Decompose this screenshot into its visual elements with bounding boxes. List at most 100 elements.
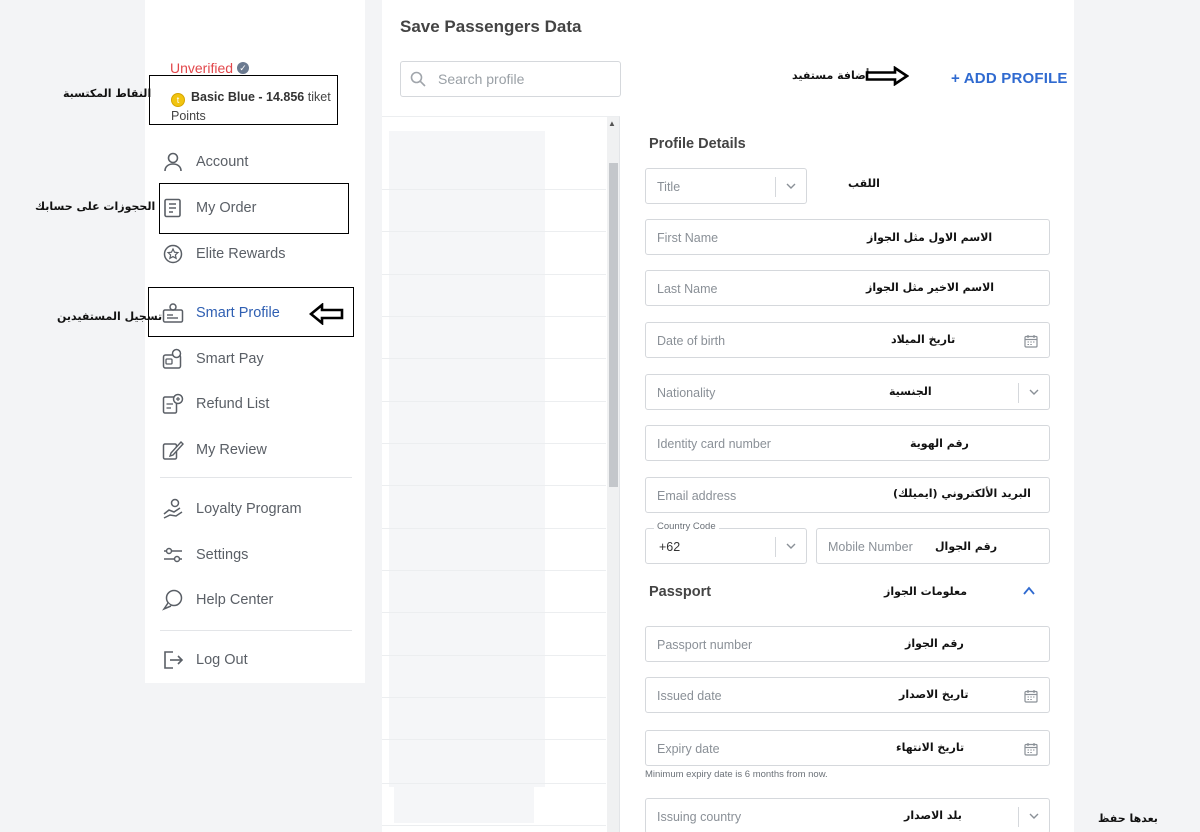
sidebar-item-label: Loyalty Program — [196, 501, 302, 517]
chevron-down-icon — [1029, 813, 1039, 819]
sidebar-item-help-center[interactable]: Help Center — [162, 585, 347, 615]
id-number-placeholder: Identity card number — [657, 437, 771, 451]
chevron-up-icon[interactable] — [1022, 584, 1036, 598]
chevron-down-icon — [1029, 389, 1039, 395]
mobile-number-field[interactable]: Mobile Number رقم الجوال — [816, 528, 1050, 564]
chevron-down-icon — [786, 183, 796, 189]
annotation-passport-number: رقم الجواز — [905, 637, 964, 650]
annotation-first-name: الاسم الاول مثل الجواز — [867, 231, 993, 244]
profile-list-placeholder — [389, 131, 545, 787]
list-divider — [382, 739, 606, 740]
search-input[interactable] — [438, 71, 598, 87]
sidebar-item-loyalty-program[interactable]: Loyalty Program — [162, 494, 347, 524]
list-divider — [382, 443, 606, 444]
title-select[interactable]: Title — [645, 168, 807, 204]
sidebar-item-label: Log Out — [196, 652, 248, 668]
profile-list-placeholder — [394, 785, 534, 823]
passport-number-placeholder: Passport number — [657, 638, 753, 652]
add-profile-button[interactable]: + ADD PROFILE — [951, 70, 1068, 87]
list-divider — [382, 189, 606, 190]
settings-icon — [162, 544, 184, 566]
annotation-save-after: بعدها حفظ — [1098, 812, 1158, 825]
select-divider — [775, 177, 776, 197]
last-name-field[interactable]: Last Name الاسم الاخير مثل الجواز — [645, 270, 1050, 306]
sidebar-item-smart-pay[interactable]: Smart Pay — [162, 344, 347, 374]
points-label: Points — [171, 109, 206, 123]
calendar-icon[interactable] — [1024, 334, 1038, 348]
sidebar-item-label: Refund List — [196, 396, 270, 412]
select-divider — [775, 537, 776, 557]
country-code-select[interactable]: Country Code +62 — [645, 521, 807, 564]
scrollbar-thumb[interactable] — [609, 163, 618, 487]
sidebar-item-refund-list[interactable]: Refund List — [162, 389, 347, 419]
sidebar-item-my-review[interactable]: My Review — [162, 435, 347, 465]
list-divider — [382, 697, 606, 698]
status-text: Unverified — [170, 60, 234, 76]
annotation-add-beneficiary: أضافة مستفيد — [792, 69, 870, 82]
sidebar-item-label: Account — [196, 154, 249, 170]
select-divider — [1018, 807, 1019, 827]
sidebar-item-label: Help Center — [196, 592, 274, 608]
sidebar-item-label: Smart Pay — [196, 351, 264, 367]
list-divider — [382, 528, 606, 529]
sidebar-item-label: Elite Rewards — [196, 246, 286, 262]
annotation-register: تسجيل المستفيدين — [57, 310, 163, 323]
country-code-value: +62 — [659, 540, 681, 554]
annotation-passport-info: معلومات الجواز — [884, 585, 968, 598]
list-divider — [382, 655, 606, 656]
select-divider — [1018, 383, 1019, 403]
passport-number-field[interactable]: Passport number رقم الجواز — [645, 626, 1050, 662]
sidebar-divider — [160, 477, 352, 478]
title-placeholder: Title — [657, 180, 681, 194]
sidebar-item-settings[interactable]: Settings — [162, 540, 347, 570]
passport-section-title: Passport — [649, 584, 712, 600]
help-icon — [162, 589, 184, 611]
list-divider — [382, 612, 606, 613]
points-box[interactable]: t Basic Blue - 14.856 tiket Points — [149, 75, 338, 125]
identity-card-field[interactable]: Identity card number رقم الهوية — [645, 425, 1050, 461]
annotation-issuing-country: بلد الاصدار — [904, 809, 962, 822]
list-divider — [382, 358, 606, 359]
issued-date-field[interactable]: Issued date تاريخ الاصدار — [645, 677, 1050, 713]
list-divider — [382, 316, 606, 317]
rewards-icon — [162, 243, 184, 265]
expiry-date-placeholder: Expiry date — [657, 742, 720, 756]
last-name-placeholder: Last Name — [657, 282, 718, 296]
list-divider — [382, 825, 606, 826]
calendar-icon[interactable] — [1024, 689, 1038, 703]
annotation-dob: تاريخ الميلاد — [891, 333, 956, 346]
points-tier: Basic Blue - 14.856 — [191, 90, 305, 104]
email-field[interactable]: Email address البريد الألكتروني (ايميلك) — [645, 477, 1050, 513]
sidebar-item-account[interactable]: Account — [162, 147, 347, 177]
sidebar-item-my-order[interactable]: My Order — [162, 193, 347, 223]
sidebar-divider — [160, 630, 352, 631]
first-name-field[interactable]: First Name الاسم الاول مثل الجواز — [645, 219, 1050, 255]
sidebar-item-log-out[interactable]: Log Out — [162, 645, 347, 675]
annotation-mobile: رقم الجوال — [935, 540, 998, 553]
order-icon — [162, 197, 184, 219]
list-scrollbar[interactable]: ▲ — [607, 117, 619, 832]
verified-check-icon: ✓ — [237, 62, 250, 74]
chevron-down-icon — [786, 543, 796, 549]
loyalty-icon — [162, 498, 184, 520]
calendar-icon[interactable] — [1024, 742, 1038, 756]
profile-details-title: Profile Details — [649, 136, 746, 152]
profile-card-icon — [162, 302, 184, 324]
dob-placeholder: Date of birth — [657, 334, 726, 348]
scroll-up-icon[interactable]: ▲ — [608, 119, 616, 128]
first-name-placeholder: First Name — [657, 231, 719, 245]
sidebar-item-elite-rewards[interactable]: Elite Rewards — [162, 239, 347, 269]
annotation-points: النقاط المكتسبة — [63, 87, 152, 100]
issuing-country-select[interactable]: Issuing country بلد الاصدار — [645, 798, 1050, 832]
issued-date-placeholder: Issued date — [657, 689, 722, 703]
date-of-birth-field[interactable]: Date of birth تاريخ الميلاد — [645, 322, 1050, 358]
annotation-id-number: رقم الهوية — [910, 437, 969, 450]
annotation-expiry-date: تاريخ الانتهاء — [896, 741, 965, 754]
search-box[interactable] — [400, 61, 621, 97]
profile-list[interactable]: ▲ — [382, 116, 620, 832]
annotation-bookings: الحجوزات على حسابك — [35, 200, 156, 213]
nationality-select[interactable]: Nationality الجنسية — [645, 374, 1050, 410]
expiry-date-field[interactable]: Expiry date تاريخ الانتهاء — [645, 730, 1050, 766]
verification-status[interactable]: Unverified ✓ — [170, 60, 250, 76]
logout-icon — [162, 649, 184, 671]
